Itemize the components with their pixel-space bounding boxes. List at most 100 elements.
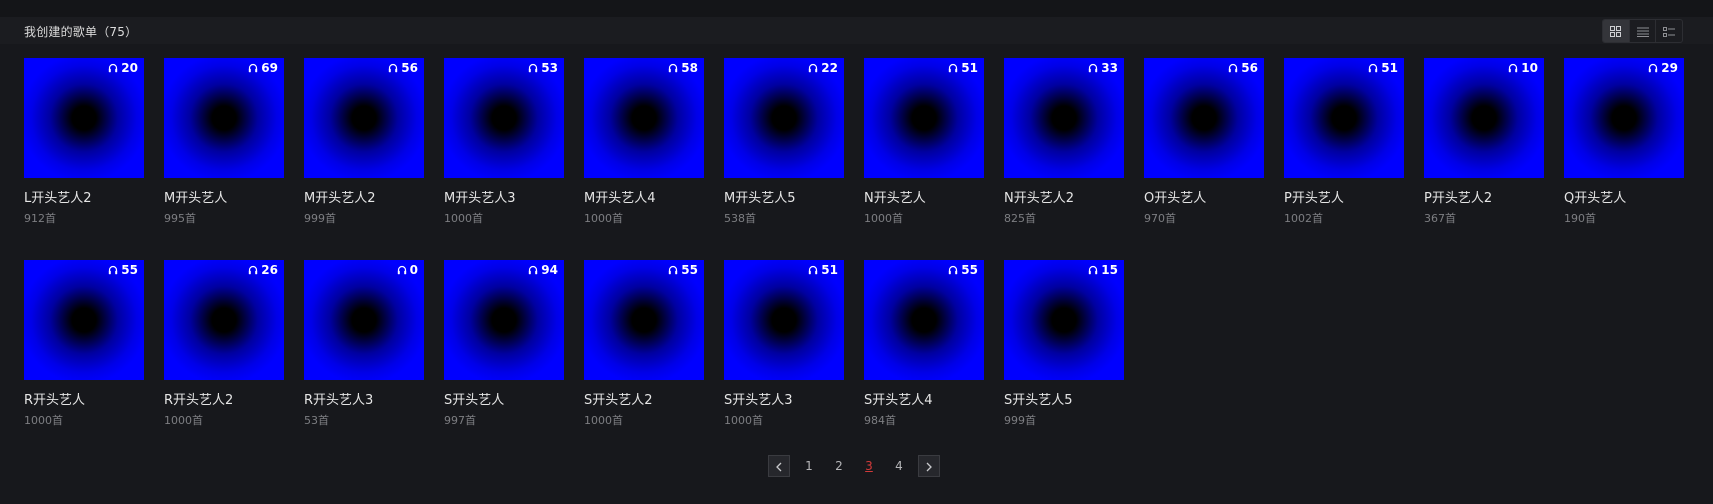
playlist-name[interactable]: L开头艺人2 — [24, 187, 144, 206]
playlist-cover[interactable]: 53 — [444, 58, 564, 178]
playlist-name[interactable]: M开头艺人 — [164, 187, 284, 206]
playlist-name[interactable]: M开头艺人2 — [304, 187, 424, 206]
playlist-cover[interactable]: 55 — [864, 260, 984, 380]
headphones-icon — [248, 63, 258, 73]
playlist-cover[interactable]: 69 — [164, 58, 284, 178]
page-number-4[interactable]: 4 — [884, 459, 914, 473]
playlist-card[interactable]: 55 R开头艺人 1000首 — [24, 260, 144, 462]
playlist-cover[interactable]: 58 — [584, 58, 704, 178]
playlist-name[interactable]: N开头艺人 — [864, 187, 984, 206]
view-mode-switch — [1602, 19, 1683, 43]
playlist-cover[interactable]: 51 — [724, 260, 844, 380]
playlist-name[interactable]: P开头艺人2 — [1424, 187, 1544, 206]
playlist-track-count: 1000首 — [864, 212, 903, 225]
playlist-card[interactable]: 69 M开头艺人 995首 — [164, 58, 284, 260]
playlist-track-count: 1000首 — [584, 212, 623, 225]
playlist-name[interactable]: S开头艺人3 — [724, 389, 844, 408]
play-count: 29 — [1648, 61, 1678, 75]
playlist-card[interactable]: 55 S开头艺人2 1000首 — [584, 260, 704, 462]
playlist-name[interactable]: S开头艺人5 — [1004, 389, 1124, 408]
grid-view-icon — [1610, 22, 1622, 41]
playlist-name[interactable]: S开头艺人4 — [864, 389, 984, 408]
headphones-icon — [1508, 63, 1518, 73]
headphones-icon — [808, 63, 818, 73]
playlist-card[interactable]: 26 R开头艺人2 1000首 — [164, 260, 284, 462]
playlist-name[interactable]: S开头艺人 — [444, 389, 564, 408]
playlist-track-count: 997首 — [444, 414, 476, 427]
playlist-name[interactable]: O开头艺人 — [1144, 187, 1264, 206]
playlist-card[interactable]: 20 L开头艺人2 912首 — [24, 58, 144, 260]
playlist-name[interactable]: M开头艺人3 — [444, 187, 564, 206]
playlist-name[interactable]: M开头艺人4 — [584, 187, 704, 206]
playlist-name[interactable]: R开头艺人3 — [304, 389, 424, 408]
playlist-cover[interactable]: 0 — [304, 260, 424, 380]
playlist-cover[interactable]: 94 — [444, 260, 564, 380]
playlist-cover[interactable]: 10 — [1424, 58, 1544, 178]
playlist-card[interactable]: 33 N开头艺人2 825首 — [1004, 58, 1124, 260]
page-number-3[interactable]: 3 — [854, 459, 884, 473]
play-count: 56 — [388, 61, 418, 75]
playlist-card[interactable]: 53 M开头艺人3 1000首 — [444, 58, 564, 260]
detail-list-view-icon — [1663, 22, 1676, 41]
playlist-name[interactable]: R开头艺人2 — [164, 389, 284, 408]
playlist-card[interactable]: 56 O开头艺人 970首 — [1144, 58, 1264, 260]
playlist-cover[interactable]: 56 — [304, 58, 424, 178]
playlist-cover[interactable]: 22 — [724, 58, 844, 178]
playlist-card[interactable]: 56 M开头艺人2 999首 — [304, 58, 424, 260]
headphones-icon — [397, 265, 407, 275]
headphones-icon — [808, 265, 818, 275]
playlist-cover[interactable]: 20 — [24, 58, 144, 178]
playlist-name[interactable]: S开头艺人2 — [584, 389, 704, 408]
playlist-cover[interactable]: 51 — [1284, 58, 1404, 178]
next-page-button[interactable] — [918, 455, 940, 477]
playlist-card[interactable]: 51 P开头艺人 1002首 — [1284, 58, 1404, 260]
headphones-icon — [948, 265, 958, 275]
page-number-2[interactable]: 2 — [824, 459, 854, 473]
playlist-cover[interactable]: 55 — [24, 260, 144, 380]
playlist-cover[interactable]: 55 — [584, 260, 704, 380]
playlist-cover[interactable]: 29 — [1564, 58, 1684, 178]
list-view-button[interactable] — [1630, 20, 1657, 42]
page-number-1[interactable]: 1 — [794, 459, 824, 473]
playlist-cover[interactable]: 26 — [164, 260, 284, 380]
playlist-cover[interactable]: 33 — [1004, 58, 1124, 178]
playlist-name[interactable]: P开头艺人 — [1284, 187, 1404, 206]
playlist-track-count: 538首 — [724, 212, 756, 225]
playlist-card[interactable]: 15 S开头艺人5 999首 — [1004, 260, 1124, 462]
headphones-icon — [1648, 63, 1658, 73]
playlist-cover[interactable]: 56 — [1144, 58, 1264, 178]
playlist-card[interactable]: 94 S开头艺人 997首 — [444, 260, 564, 462]
playlist-card[interactable]: 0 R开头艺人3 53首 — [304, 260, 424, 462]
top-strip — [0, 0, 1713, 17]
play-count-value: 22 — [821, 61, 838, 75]
play-count: 94 — [528, 263, 558, 277]
play-count: 55 — [668, 263, 698, 277]
play-count: 51 — [948, 61, 978, 75]
playlist-name[interactable]: Q开头艺人 — [1564, 187, 1684, 206]
play-count: 22 — [808, 61, 838, 75]
headphones-icon — [1088, 265, 1098, 275]
headphones-icon — [1228, 63, 1238, 73]
playlist-card[interactable]: 10 P开头艺人2 367首 — [1424, 58, 1544, 260]
playlist-name[interactable]: N开头艺人2 — [1004, 187, 1124, 206]
playlist-cover[interactable]: 51 — [864, 58, 984, 178]
headphones-icon — [388, 63, 398, 73]
play-count: 69 — [248, 61, 278, 75]
play-count: 10 — [1508, 61, 1538, 75]
playlist-card[interactable]: 55 S开头艺人4 984首 — [864, 260, 984, 462]
play-count: 20 — [108, 61, 138, 75]
playlist-card[interactable]: 22 M开头艺人5 538首 — [724, 58, 844, 260]
playlist-track-count: 999首 — [304, 212, 336, 225]
prev-page-button[interactable] — [768, 455, 790, 477]
detail-list-view-button[interactable] — [1656, 20, 1682, 42]
play-count-value: 56 — [401, 61, 418, 75]
playlist-card[interactable]: 51 S开头艺人3 1000首 — [724, 260, 844, 462]
playlist-card[interactable]: 29 Q开头艺人 190首 — [1564, 58, 1684, 260]
playlist-card[interactable]: 51 N开头艺人 1000首 — [864, 58, 984, 260]
playlist-cover[interactable]: 15 — [1004, 260, 1124, 380]
playlist-card[interactable]: 58 M开头艺人4 1000首 — [584, 58, 704, 260]
playlist-name[interactable]: R开头艺人 — [24, 389, 144, 408]
playlist-name[interactable]: M开头艺人5 — [724, 187, 844, 206]
grid-view-button[interactable] — [1603, 20, 1630, 42]
play-count-value: 20 — [121, 61, 138, 75]
